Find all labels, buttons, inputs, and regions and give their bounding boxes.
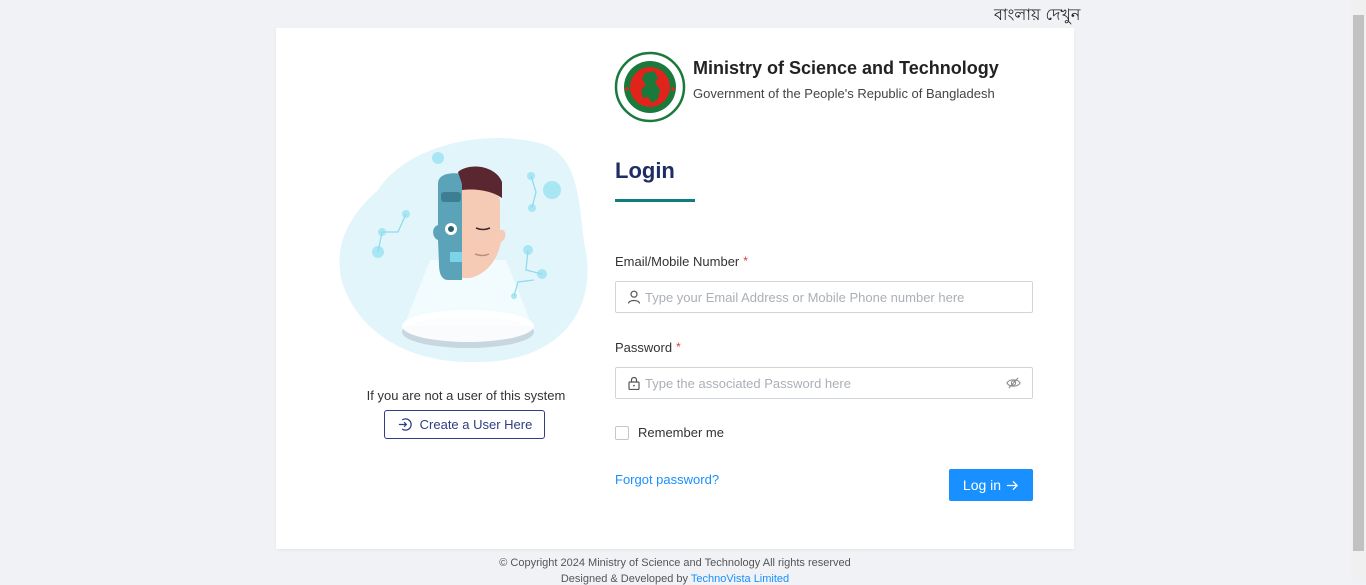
password-field-wrapper <box>615 367 1033 399</box>
user-icon <box>627 290 641 304</box>
scrollbar-thumb[interactable] <box>1353 15 1364 551</box>
remember-me-row: Remember me <box>615 425 724 440</box>
login-circle-icon <box>398 418 412 431</box>
login-card: If you are not a user of this system Cre… <box>276 28 1074 549</box>
developer-link[interactable]: TechnoVista Limited <box>691 573 789 585</box>
remember-me-label[interactable]: Remember me <box>638 425 724 440</box>
not-user-text: If you are not a user of this system <box>366 388 566 403</box>
password-label: Password * <box>615 340 681 355</box>
email-input[interactable] <box>645 282 995 312</box>
government-subtitle: Government of the People's Republic of B… <box>693 86 995 101</box>
forgot-password-link[interactable]: Forgot password? <box>615 472 719 487</box>
bangladesh-government-emblem <box>614 51 686 123</box>
ministry-title: Ministry of Science and Technology <box>693 58 999 78</box>
required-mark: * <box>676 340 681 354</box>
required-mark: * <box>743 254 748 268</box>
create-user-label: Create a User Here <box>419 417 533 432</box>
login-heading-underline <box>615 199 695 202</box>
footer-copyright: © Copyright 2024 Ministry of Science and… <box>499 557 851 569</box>
password-label-text: Password <box>615 340 673 355</box>
lock-icon <box>628 376 640 390</box>
email-label-text: Email/Mobile Number <box>615 254 740 269</box>
eye-invisible-icon[interactable] <box>1006 376 1021 390</box>
language-switch-link[interactable]: বাংলায় দেখুন <box>994 2 1080 29</box>
login-button-label: Log in <box>962 477 1002 493</box>
robot-human-face-illustration <box>339 137 588 363</box>
remember-me-checkbox[interactable] <box>615 425 629 440</box>
create-user-button[interactable]: Create a User Here <box>384 410 545 439</box>
footer-designed-prefix: Designed & Developed by <box>560 573 689 585</box>
login-heading: Login <box>615 158 675 183</box>
arrow-right-icon <box>1007 480 1019 490</box>
email-label: Email/Mobile Number * <box>615 254 748 269</box>
footer-designed-by: Designed & Developed by TechnoVista Limi… <box>276 573 1074 585</box>
password-input[interactable] <box>645 368 995 398</box>
page-scrollbar[interactable] <box>1351 0 1366 581</box>
email-field-wrapper <box>615 281 1033 313</box>
login-button[interactable]: Log in <box>949 469 1033 501</box>
